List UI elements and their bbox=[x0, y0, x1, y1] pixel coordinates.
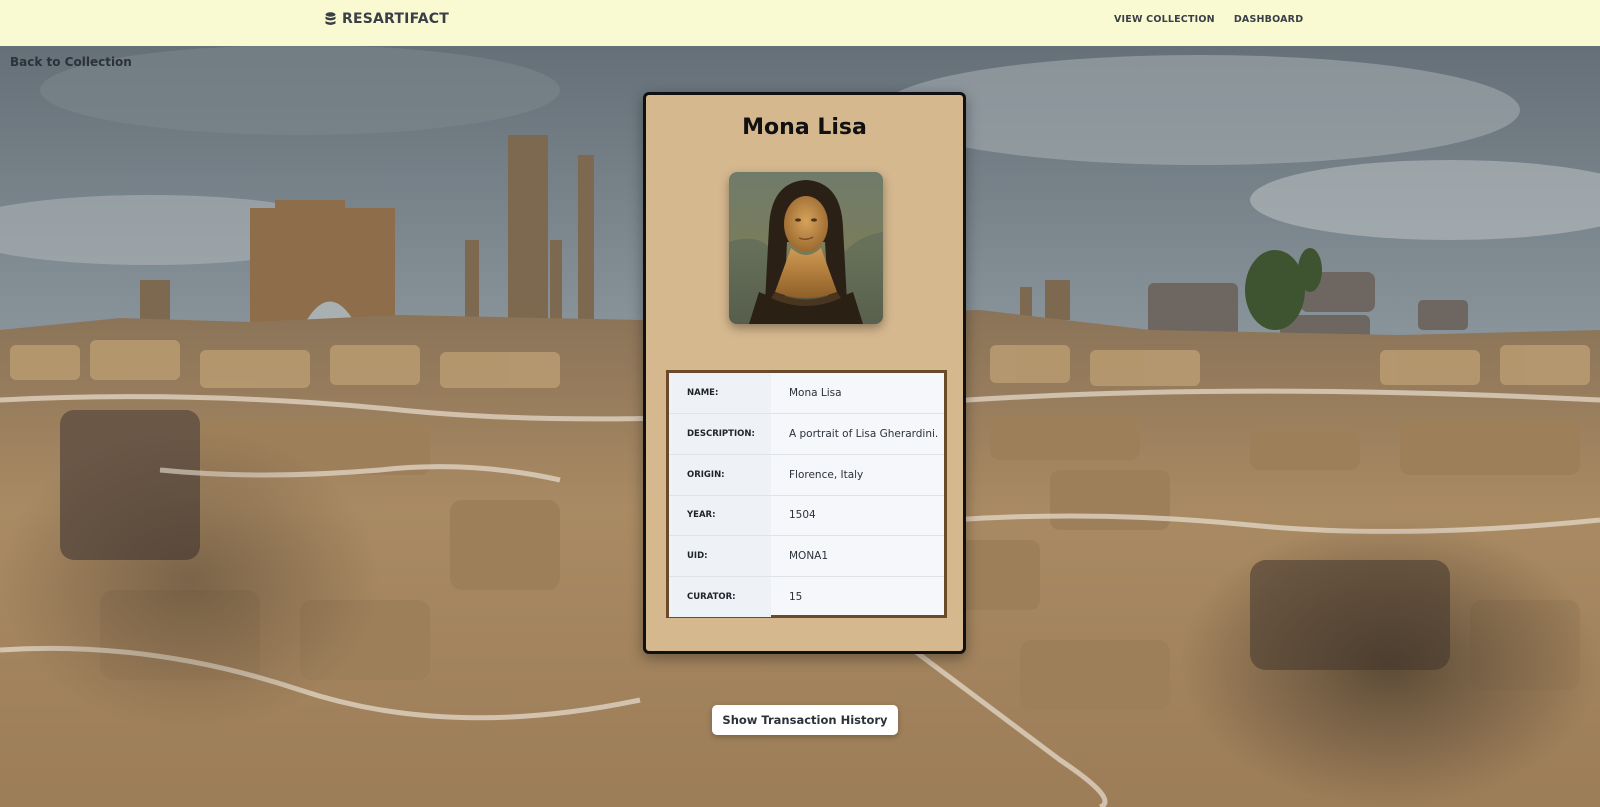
table-row: NAME: Mona Lisa bbox=[669, 373, 944, 414]
nav-links: VIEW COLLECTION DASHBOARD bbox=[1114, 14, 1303, 25]
artifact-card: Mona Lisa NAME: Mona Lisa DESCRIPTION: A… bbox=[643, 92, 966, 654]
field-value-origin: Florence, Italy bbox=[771, 453, 944, 496]
table-row: UID: MONA1 bbox=[669, 535, 944, 577]
artifact-title: Mona Lisa bbox=[742, 115, 867, 140]
back-to-collection-link[interactable]: Back to Collection bbox=[10, 55, 132, 69]
artifact-details-table: NAME: Mona Lisa DESCRIPTION: A portrait … bbox=[666, 370, 947, 618]
field-value-description: A portrait of Lisa Gherardini. bbox=[771, 413, 944, 455]
brand-logo[interactable]: RESARTIFACT bbox=[325, 11, 449, 27]
show-transaction-history-button[interactable]: Show Transaction History bbox=[712, 705, 898, 735]
table-row: CURATOR: 15 bbox=[669, 575, 944, 618]
field-label-description: DESCRIPTION: bbox=[669, 413, 771, 455]
field-label-origin: ORIGIN: bbox=[669, 453, 771, 496]
nav-view-collection-link[interactable]: VIEW COLLECTION bbox=[1114, 14, 1215, 25]
field-value-year: 1504 bbox=[771, 494, 944, 536]
field-label-year: YEAR: bbox=[669, 494, 771, 536]
table-row: DESCRIPTION: A portrait of Lisa Gherardi… bbox=[669, 413, 944, 455]
field-value-uid: MONA1 bbox=[771, 535, 944, 577]
artifact-image bbox=[729, 172, 883, 324]
table-row: ORIGIN: Florence, Italy bbox=[669, 453, 944, 496]
database-icon bbox=[325, 12, 336, 25]
brand-name: RESARTIFACT bbox=[342, 11, 449, 27]
field-value-curator: 15 bbox=[771, 575, 944, 618]
nav-dashboard-link[interactable]: DASHBOARD bbox=[1234, 14, 1303, 25]
top-navbar: RESARTIFACT VIEW COLLECTION DASHBOARD bbox=[0, 0, 1600, 46]
field-value-name: Mona Lisa bbox=[789, 387, 842, 400]
field-label-name: NAME: bbox=[669, 373, 771, 414]
field-label-curator: CURATOR: bbox=[669, 575, 771, 618]
field-label-uid: UID: bbox=[669, 535, 771, 577]
table-row: YEAR: 1504 bbox=[669, 494, 944, 536]
